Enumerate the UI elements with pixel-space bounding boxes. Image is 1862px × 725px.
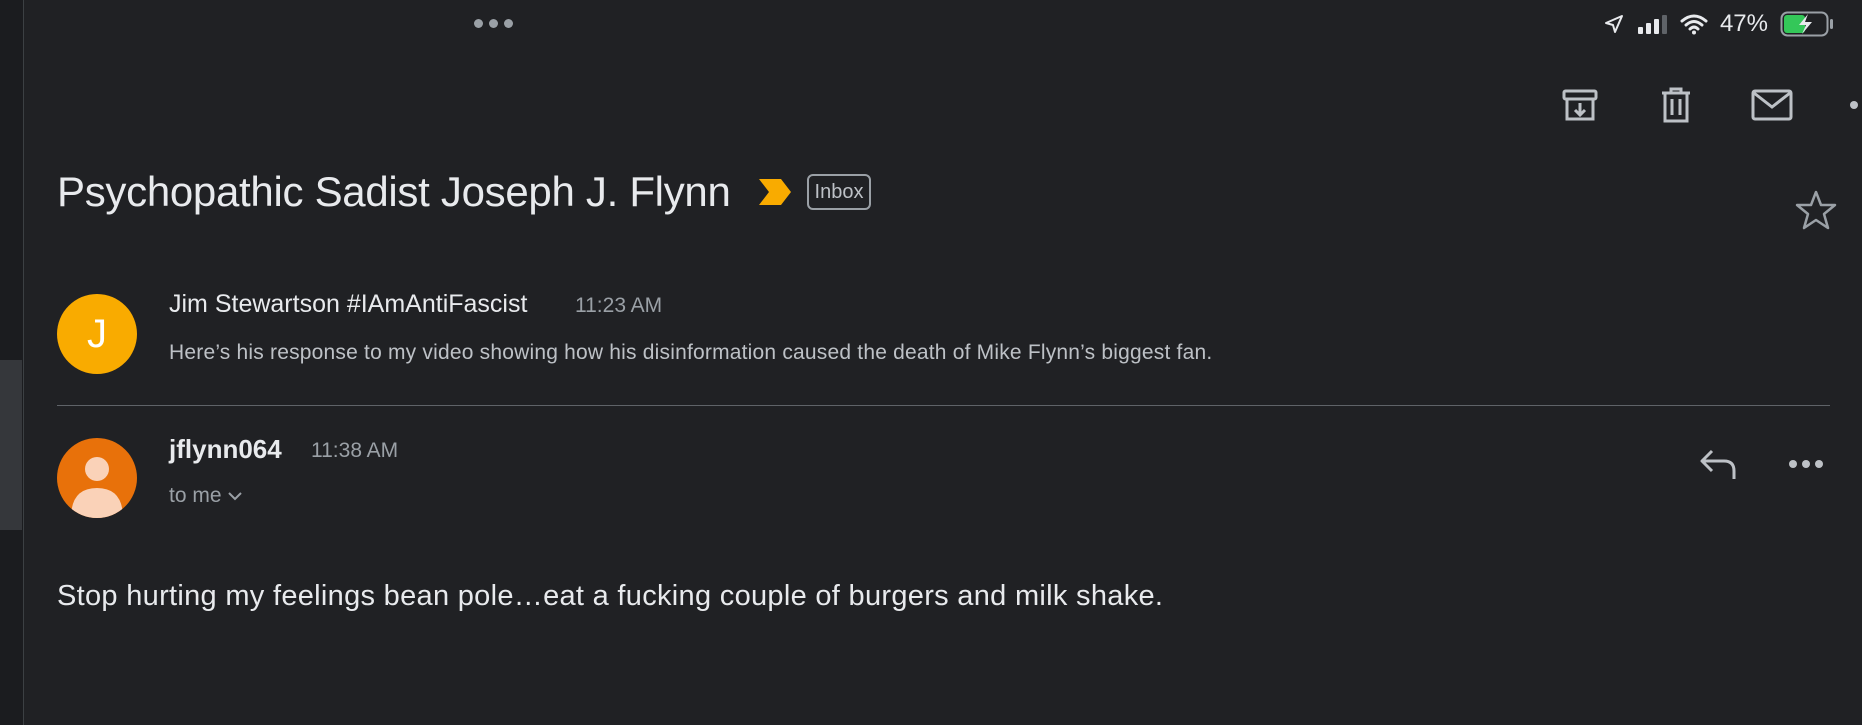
location-arrow-icon <box>1604 15 1623 33</box>
trash-icon <box>1662 87 1690 123</box>
subject-row: Psychopathic Sadist Joseph J. Flynn Inbo… <box>57 168 872 216</box>
email-subject: Psychopathic Sadist Joseph J. Flynn <box>57 168 731 215</box>
recipient-label: to me <box>169 484 222 507</box>
avatar-letter: J <box>87 311 107 356</box>
message-sender[interactable]: jflynn064 <box>169 434 282 465</box>
message-time: 11:38 AM <box>311 439 399 462</box>
mark-unread-button[interactable] <box>1747 80 1797 130</box>
mark-unread-icon <box>1751 89 1793 121</box>
inbox-label-chip[interactable]: Inbox <box>806 174 872 210</box>
battery-charging-icon <box>1780 11 1833 37</box>
sender-avatar[interactable]: J <box>57 294 137 374</box>
wifi-icon <box>1680 14 1708 35</box>
message-body: Stop hurting my feelings bean pole…eat a… <box>57 580 1164 612</box>
message-snippet[interactable]: Here’s his response to my video showing … <box>169 341 1212 365</box>
message-sender[interactable]: Jim Stewartson #IAmAntiFascist <box>169 290 527 319</box>
person-icon <box>71 457 123 518</box>
importance-marker-icon[interactable] <box>757 177 793 207</box>
archive-button[interactable] <box>1555 80 1605 130</box>
sender-avatar[interactable] <box>57 438 137 518</box>
sidebar-handle[interactable] <box>0 360 22 530</box>
message-time: 11:23 AM <box>575 294 663 317</box>
delete-button[interactable] <box>1651 80 1701 130</box>
message-toolbar <box>1462 80 1862 130</box>
reply-icon <box>1700 449 1736 479</box>
cellular-signal-icon <box>1637 15 1667 34</box>
message-more-button[interactable] <box>1782 440 1830 488</box>
reply-button[interactable] <box>1694 440 1742 488</box>
battery-percent: 47% <box>1719 10 1768 37</box>
star-icon[interactable] <box>1794 188 1838 232</box>
chevron-down-icon <box>227 492 242 501</box>
more-icon <box>1850 101 1858 109</box>
status-bar: 47% <box>1604 8 1834 40</box>
recipient-details-toggle[interactable]: to me <box>169 484 242 508</box>
message-divider <box>57 405 1830 406</box>
multitasking-dots-icon[interactable] <box>474 19 513 28</box>
archive-icon <box>1562 89 1598 121</box>
more-options-button[interactable] <box>1842 80 1862 130</box>
more-icon <box>1789 460 1823 468</box>
